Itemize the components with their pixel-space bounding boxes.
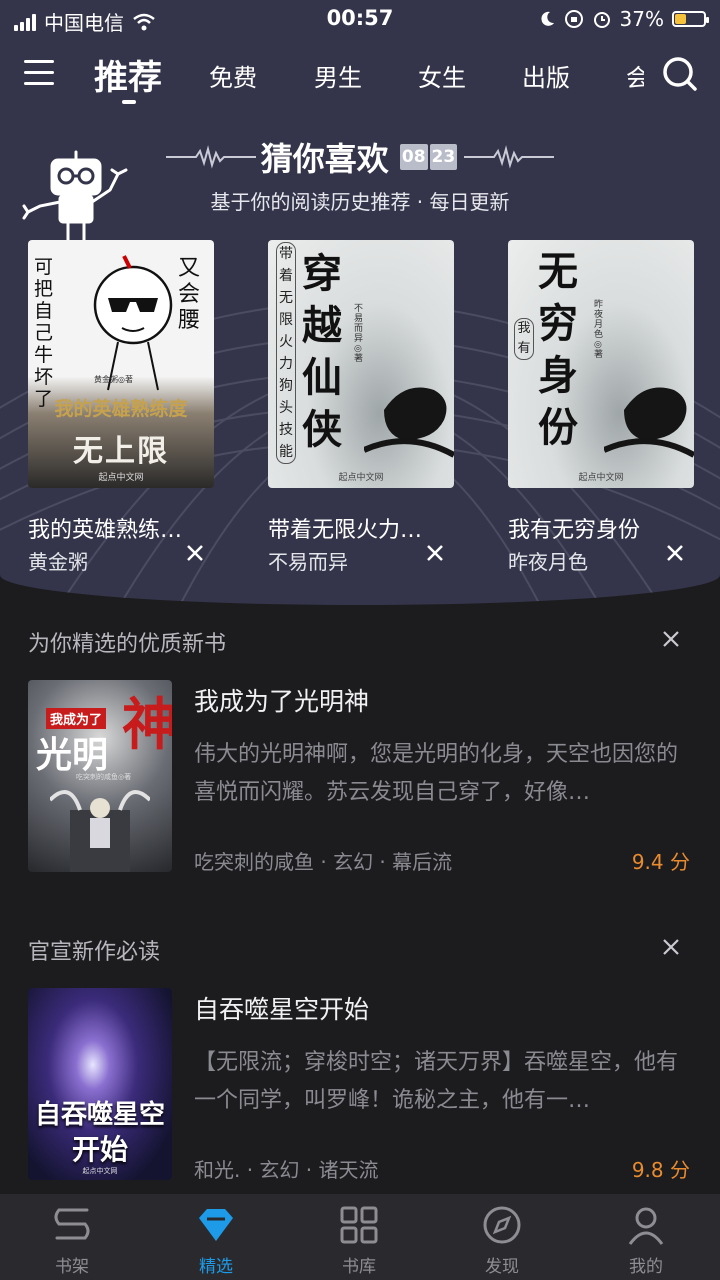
book-cover[interactable]: 我成为了 光明 神 吃突刺的咸鱼◎著 — [28, 680, 172, 872]
cover-author: 黄金粥◎著 — [94, 375, 133, 384]
cover-side-text: 带着无限火力狗头技能 — [276, 242, 296, 464]
close-icon[interactable] — [662, 630, 680, 648]
tab-recommend[interactable]: 推荐 — [94, 50, 162, 99]
date-badge: 08 23 — [399, 144, 459, 170]
cover-publisher: 起点中文网 — [82, 1167, 118, 1175]
ink-figure-icon — [604, 387, 694, 458]
moon-icon — [540, 11, 554, 26]
tab-discover[interactable]: 发现 — [452, 1204, 552, 1277]
book-description: 【无限流；穿梭时空；诸天万界】吞噬星空，他有一个同学，叫罗峰！诡秘之主，他有一… — [194, 1050, 679, 1113]
grid-icon — [340, 1206, 378, 1244]
cover-title: 自吞噬星空 — [34, 1100, 165, 1130]
tab-label: 我的 — [629, 1257, 663, 1277]
book-title[interactable]: 自吞噬星空开始 — [194, 990, 369, 1026]
book-description: 伟大的光明神啊，您是光明的化身，天空也因您的喜悦而闪耀。苏云发现自己穿了，好像… — [194, 742, 679, 805]
close-icon[interactable] — [664, 542, 686, 564]
book-meta: 和光. · 玄幻 · 诸天流 — [194, 1158, 379, 1182]
rec-book-author: 黄金粥 — [28, 550, 88, 574]
rec-book-card[interactable]: 带着无限火力狗头技能 穿越仙侠 不易而异◎著 起点中文网 带着无限火力… 不易而… — [268, 240, 458, 574]
tab-label: 发现 — [485, 1257, 519, 1277]
tab-publish[interactable]: 出版 — [522, 58, 570, 93]
throne-figure-icon — [50, 790, 150, 872]
wave-right-decoration — [464, 145, 555, 169]
book-score: 9.4 分 — [631, 850, 690, 874]
rec-book-card[interactable]: 可把自己牛坏了 又会腰 黄金粥◎著 我的英雄熟练度 无上限 起点中文网 我的英雄… — [28, 240, 218, 574]
rec-book-title[interactable]: 带着无限火力… — [268, 512, 458, 544]
section-header: 官宣新作必读 — [28, 940, 161, 965]
section-header: 为你精选的优质新书 — [28, 632, 227, 657]
cover-author: 昨夜月色◎著 — [594, 300, 604, 360]
recommend-hero: 中国电信 00:57 37% 推荐 免费 男生 女生 出版 会 猜你喜欢 08 … — [0, 0, 720, 605]
wave-left-decoration — [165, 145, 256, 169]
rec-book-title[interactable]: 我有无穷身份 — [508, 512, 698, 544]
tab-label: 书库 — [342, 1257, 376, 1277]
cover-author: 不易而异◎著 — [354, 304, 364, 364]
compass-icon — [483, 1206, 521, 1244]
search-icon[interactable] — [662, 56, 698, 92]
guess-title: 猜你喜欢 — [260, 140, 389, 178]
tab-label: 书架 — [55, 1257, 89, 1277]
book-cover[interactable]: 带着无限火力狗头技能 穿越仙侠 不易而异◎著 起点中文网 — [268, 240, 454, 488]
battery-icon — [672, 11, 709, 27]
tab-member-partial[interactable]: 会 — [626, 58, 644, 93]
status-bar: 中国电信 00:57 37% — [0, 0, 720, 38]
book-meta: 吃突刺的咸鱼 · 玄幻 · 幕后流 — [194, 850, 453, 874]
tab-free[interactable]: 免费 — [209, 58, 257, 93]
rec-book-card[interactable]: 无穷身份 我有 昨夜月色◎著 起点中文网 我有无穷身份 昨夜月色 — [508, 240, 698, 574]
close-icon[interactable] — [662, 938, 680, 956]
bookshelf-icon — [54, 1208, 90, 1240]
cover-title: 无穷身份 — [538, 249, 578, 451]
cover-side-text: 我有 — [514, 318, 534, 360]
cover-title-2: 无上限 — [73, 434, 169, 469]
cover-publisher: 起点中文网 — [578, 473, 624, 483]
bottom-tab-bar: 书架 精选 书库 发现 我的 — [0, 1194, 720, 1280]
ink-figure-icon — [364, 387, 454, 458]
battery-percent: 37% — [619, 7, 664, 31]
top-navigation: 推荐 免费 男生 女生 出版 会 — [0, 48, 720, 104]
cover-title-1: 我的英雄熟练度 — [54, 398, 188, 420]
cover-text-right: 又会腰 — [178, 256, 201, 333]
diamond-icon — [199, 1209, 233, 1241]
cover-title: 光明 — [36, 735, 109, 776]
guess-subtitle: 基于你的阅读历史推荐 · 每日更新 — [210, 190, 510, 214]
book-title[interactable]: 我成为了光明神 — [194, 682, 369, 718]
date-month: 08 — [399, 144, 428, 170]
book-list-item[interactable]: 我成为了 光明 神 吃突刺的咸鱼◎著 我成为了光明神 伟大的光明神啊，您是光明的… — [0, 680, 720, 880]
active-tab-indicator — [122, 100, 136, 104]
tab-female[interactable]: 女生 — [418, 58, 466, 93]
book-cover[interactable]: 可把自己牛坏了 又会腰 黄金粥◎著 我的英雄熟练度 无上限 起点中文网 — [28, 240, 214, 488]
book-score: 9.8 分 — [631, 1158, 690, 1182]
tab-male[interactable]: 男生 — [314, 58, 362, 93]
rec-book-author: 不易而异 — [268, 550, 348, 574]
alarm-icon — [593, 12, 610, 28]
menu-icon[interactable] — [24, 60, 54, 86]
cover-publisher: 起点中文网 — [98, 473, 144, 483]
close-icon[interactable] — [184, 542, 206, 564]
tab-library[interactable]: 书库 — [309, 1204, 409, 1277]
lock-rotation-icon — [564, 10, 583, 28]
person-icon — [628, 1207, 664, 1245]
tab-profile[interactable]: 我的 — [596, 1204, 696, 1277]
guess-you-like-header: 猜你喜欢 08 23 — [0, 134, 720, 180]
rec-book-author: 昨夜月色 — [508, 550, 588, 574]
tab-bookshelf[interactable]: 书架 — [22, 1204, 122, 1277]
cover-title: 穿越仙侠 — [302, 251, 342, 453]
cover-text-left: 可把自己牛坏了 — [34, 256, 54, 410]
cover-title-god: 神 — [122, 693, 172, 758]
cover-title-2: 开始 — [71, 1133, 128, 1166]
tab-label: 精选 — [199, 1257, 233, 1277]
book-list-item[interactable]: 自吞噬星空 开始 起点中文网 自吞噬星空开始 【无限流；穿梭时空；诸天万界】吞噬… — [0, 988, 720, 1188]
book-cover[interactable]: 无穷身份 我有 昨夜月色◎著 起点中文网 — [508, 240, 694, 488]
close-icon[interactable] — [424, 542, 446, 564]
date-day: 23 — [429, 144, 458, 170]
book-cover[interactable]: 自吞噬星空 开始 起点中文网 — [28, 988, 172, 1180]
rec-book-title[interactable]: 我的英雄熟练… — [28, 512, 218, 544]
cover-publisher: 起点中文网 — [338, 473, 384, 483]
tab-featured[interactable]: 精选 — [166, 1204, 266, 1277]
